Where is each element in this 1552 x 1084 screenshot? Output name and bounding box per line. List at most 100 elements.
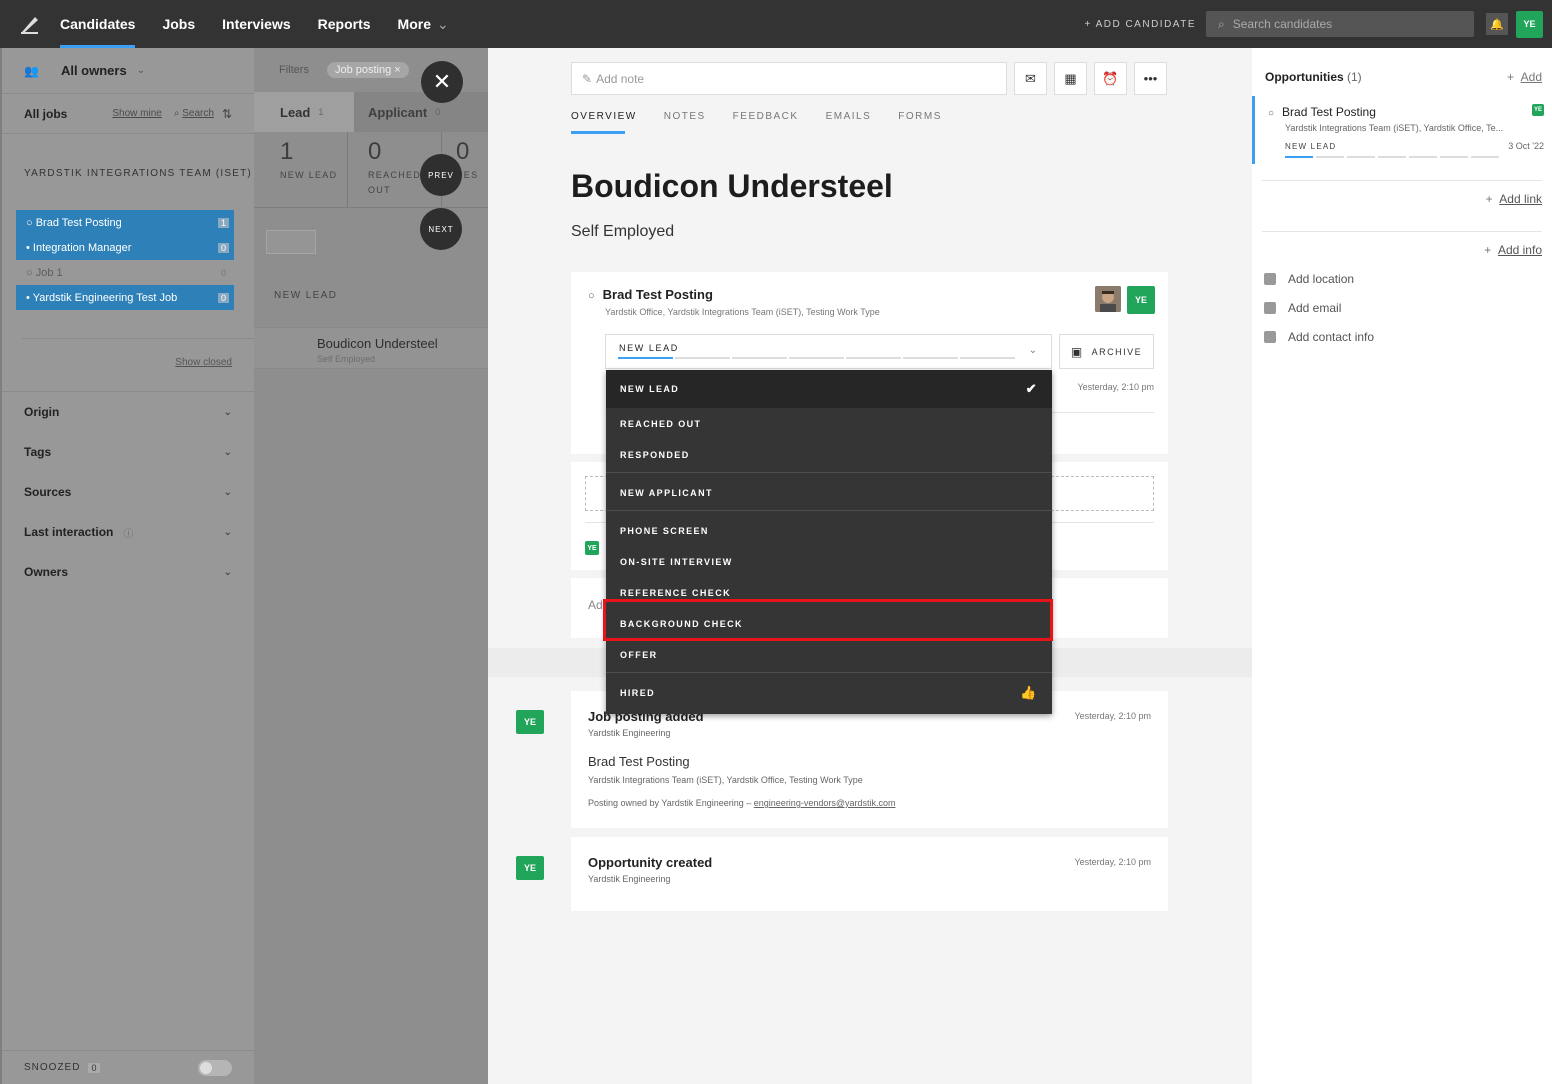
job-item-job-1[interactable]: ○ Job 1 0: [16, 260, 234, 285]
section-heading: NEW LEAD: [274, 290, 338, 301]
nav-more-label: More: [397, 16, 431, 32]
team-heading: YARDSTIK INTEGRATIONS TEAM (ISET): [24, 168, 252, 179]
tab-count: 0: [435, 107, 441, 117]
add-email[interactable]: Add email: [1264, 301, 1341, 315]
show-mine-link[interactable]: Show mine: [112, 108, 161, 119]
opportunity-title[interactable]: Brad Test Posting: [588, 287, 713, 302]
divider: [1262, 180, 1542, 181]
tab-feedback[interactable]: FEEDBACK: [733, 111, 799, 122]
schedule-button[interactable]: ▦: [1054, 62, 1087, 95]
snoozed-count: 0: [88, 1062, 101, 1073]
stage-option-label: RESPONDED: [620, 449, 690, 460]
add-opportunity-button[interactable]: + Add: [1507, 70, 1542, 84]
close-icon: ✕: [432, 69, 452, 94]
job-label: ○ Brad Test Posting: [26, 216, 122, 229]
tab-overview[interactable]: OVERVIEW: [571, 111, 637, 122]
job-search-link[interactable]: ⌕ Search: [174, 108, 214, 119]
filter-label: Owners: [24, 565, 69, 579]
sort-icon[interactable]: ⇅: [222, 107, 232, 121]
nav-candidates[interactable]: Candidates: [60, 0, 136, 48]
tab-applicant[interactable]: Applicant 0: [354, 92, 488, 132]
user-avatar[interactable]: YE: [1516, 10, 1543, 38]
opportunity-title: Brad Test Posting: [1268, 105, 1376, 119]
candidate-name-heading: Boudicon Understeel: [571, 168, 893, 204]
show-closed-link[interactable]: Show closed: [22, 338, 254, 368]
nav-jobs[interactable]: Jobs: [162, 0, 195, 48]
stage-option-reached-out[interactable]: REACHED OUT: [606, 408, 1052, 439]
opportunities-count: (1): [1347, 70, 1362, 84]
prev-button[interactable]: PREV: [420, 154, 462, 196]
checkmark-icon: ✔: [1025, 381, 1038, 396]
candidate-name: Boudicon Understeel: [317, 336, 438, 351]
opportunity-summary[interactable]: Brad Test Posting Yardstik Integrations …: [1252, 96, 1552, 164]
job-count: 1: [217, 217, 229, 228]
filter-origin[interactable]: Origin ⌄: [2, 392, 254, 432]
snoozed-toggle[interactable]: [198, 1059, 232, 1076]
all-jobs-label[interactable]: All jobs: [24, 107, 67, 121]
tab-emails[interactable]: EMAILS: [826, 111, 872, 122]
close-profile-button[interactable]: ✕: [421, 61, 463, 103]
add-note-input[interactable]: ✎ Add note: [571, 62, 1007, 95]
filter-owners[interactable]: Owners ⌄: [2, 552, 254, 592]
archive-button[interactable]: ▣ ARCHIVE: [1059, 334, 1154, 369]
add-link-button[interactable]: + Add link: [1486, 192, 1542, 206]
stage-option-responded[interactable]: RESPONDED: [606, 439, 1052, 470]
phone-icon: [1264, 331, 1276, 343]
add-contact-info[interactable]: Add contact info: [1264, 330, 1374, 344]
tab-forms[interactable]: FORMS: [898, 111, 942, 122]
add-info-button[interactable]: + Add info: [1484, 243, 1542, 257]
stage-option-new-applicant[interactable]: NEW APPLICANT: [606, 477, 1052, 508]
add-info-label: Add info: [1497, 243, 1542, 257]
nav-reports[interactable]: Reports: [318, 0, 371, 48]
job-item-brad-test-posting[interactable]: ○ Brad Test Posting 1: [16, 210, 234, 235]
job-item-yardstik-engineering-test-job[interactable]: • Yardstik Engineering Test Job 0: [16, 285, 234, 310]
bell-icon[interactable]: 🔔: [1486, 13, 1508, 35]
lever-logo-icon[interactable]: [0, 0, 60, 48]
add-location-label: Add location: [1288, 272, 1355, 286]
tab-notes[interactable]: NOTES: [664, 111, 706, 122]
stage-option-label: NEW APPLICANT: [620, 487, 713, 498]
stage-option-offer[interactable]: OFFER: [606, 639, 1052, 670]
next-button[interactable]: NEXT: [420, 208, 462, 250]
count-label: REACHED OUT: [368, 170, 422, 195]
stage-option-phone-screen[interactable]: PHONE SCREEN: [606, 515, 1052, 546]
tab-lead[interactable]: Lead 1: [254, 92, 354, 132]
stage-option-new-lead[interactable]: NEW LEAD ✔: [606, 370, 1052, 408]
stage-option-hired[interactable]: HIRED 👍: [606, 677, 1052, 708]
count-new-lead[interactable]: 1 NEW LEAD: [254, 132, 348, 207]
owner-email-link[interactable]: engineering-vendors@yardstik.com: [754, 798, 896, 808]
stage-option-on-site-interview[interactable]: ON-SITE INTERVIEW: [606, 546, 1052, 577]
nav-interviews[interactable]: Interviews: [222, 0, 290, 48]
activity-owner: Posting owned by Yardstik Engineering – …: [588, 798, 895, 808]
filter-tags[interactable]: Tags ⌄: [2, 432, 254, 472]
nav-more[interactable]: More ⌄: [398, 0, 449, 48]
stage-dropdown[interactable]: NEW LEAD ⌄: [605, 334, 1052, 369]
more-actions-button[interactable]: •••: [1134, 62, 1167, 95]
add-candidate-button[interactable]: + ADD CANDIDATE: [1085, 19, 1197, 30]
email-button[interactable]: ✉: [1014, 62, 1047, 95]
filter-sources[interactable]: Sources ⌄: [2, 472, 254, 512]
add-location[interactable]: Add location: [1264, 272, 1354, 286]
reminder-button[interactable]: ⏰: [1094, 62, 1127, 95]
job-posting-filter-chip[interactable]: Job posting ×: [326, 62, 409, 78]
stage-option-label: ON-SITE INTERVIEW: [620, 556, 733, 567]
stage-dropdown-menu: NEW LEAD ✔ REACHED OUT RESPONDED NEW APPL…: [606, 370, 1052, 714]
bulk-select-checkbox[interactable]: [266, 230, 316, 254]
stage-option-label: REFERENCE CHECK: [620, 587, 732, 598]
top-nav: Candidates Jobs Interviews Reports More ⌄…: [0, 0, 1552, 48]
divider: [606, 672, 1052, 673]
job-item-integration-manager[interactable]: • Integration Manager 0: [16, 235, 234, 260]
candidate-sub: Self Employed: [317, 354, 376, 364]
candidate-list-item[interactable]: Boudicon Understeel Self Employed: [254, 327, 488, 369]
search-input[interactable]: ⌕ Search candidates: [1206, 11, 1474, 37]
add-field-text[interactable]: Ad: [588, 598, 603, 612]
filter-last-interaction[interactable]: Last interaction ⓘ ⌄: [2, 512, 254, 552]
activity-job[interactable]: Brad Test Posting: [588, 754, 690, 769]
owners-filter[interactable]: 👥 All owners ⌄: [2, 48, 254, 94]
owner-avatar: YE: [1127, 286, 1155, 314]
divider: [2, 368, 254, 392]
add-email-label: Add email: [1288, 301, 1342, 315]
filters-label: Filters: [279, 64, 309, 76]
filter-label: Sources: [24, 485, 72, 499]
archive-label: ARCHIVE: [1091, 346, 1143, 357]
